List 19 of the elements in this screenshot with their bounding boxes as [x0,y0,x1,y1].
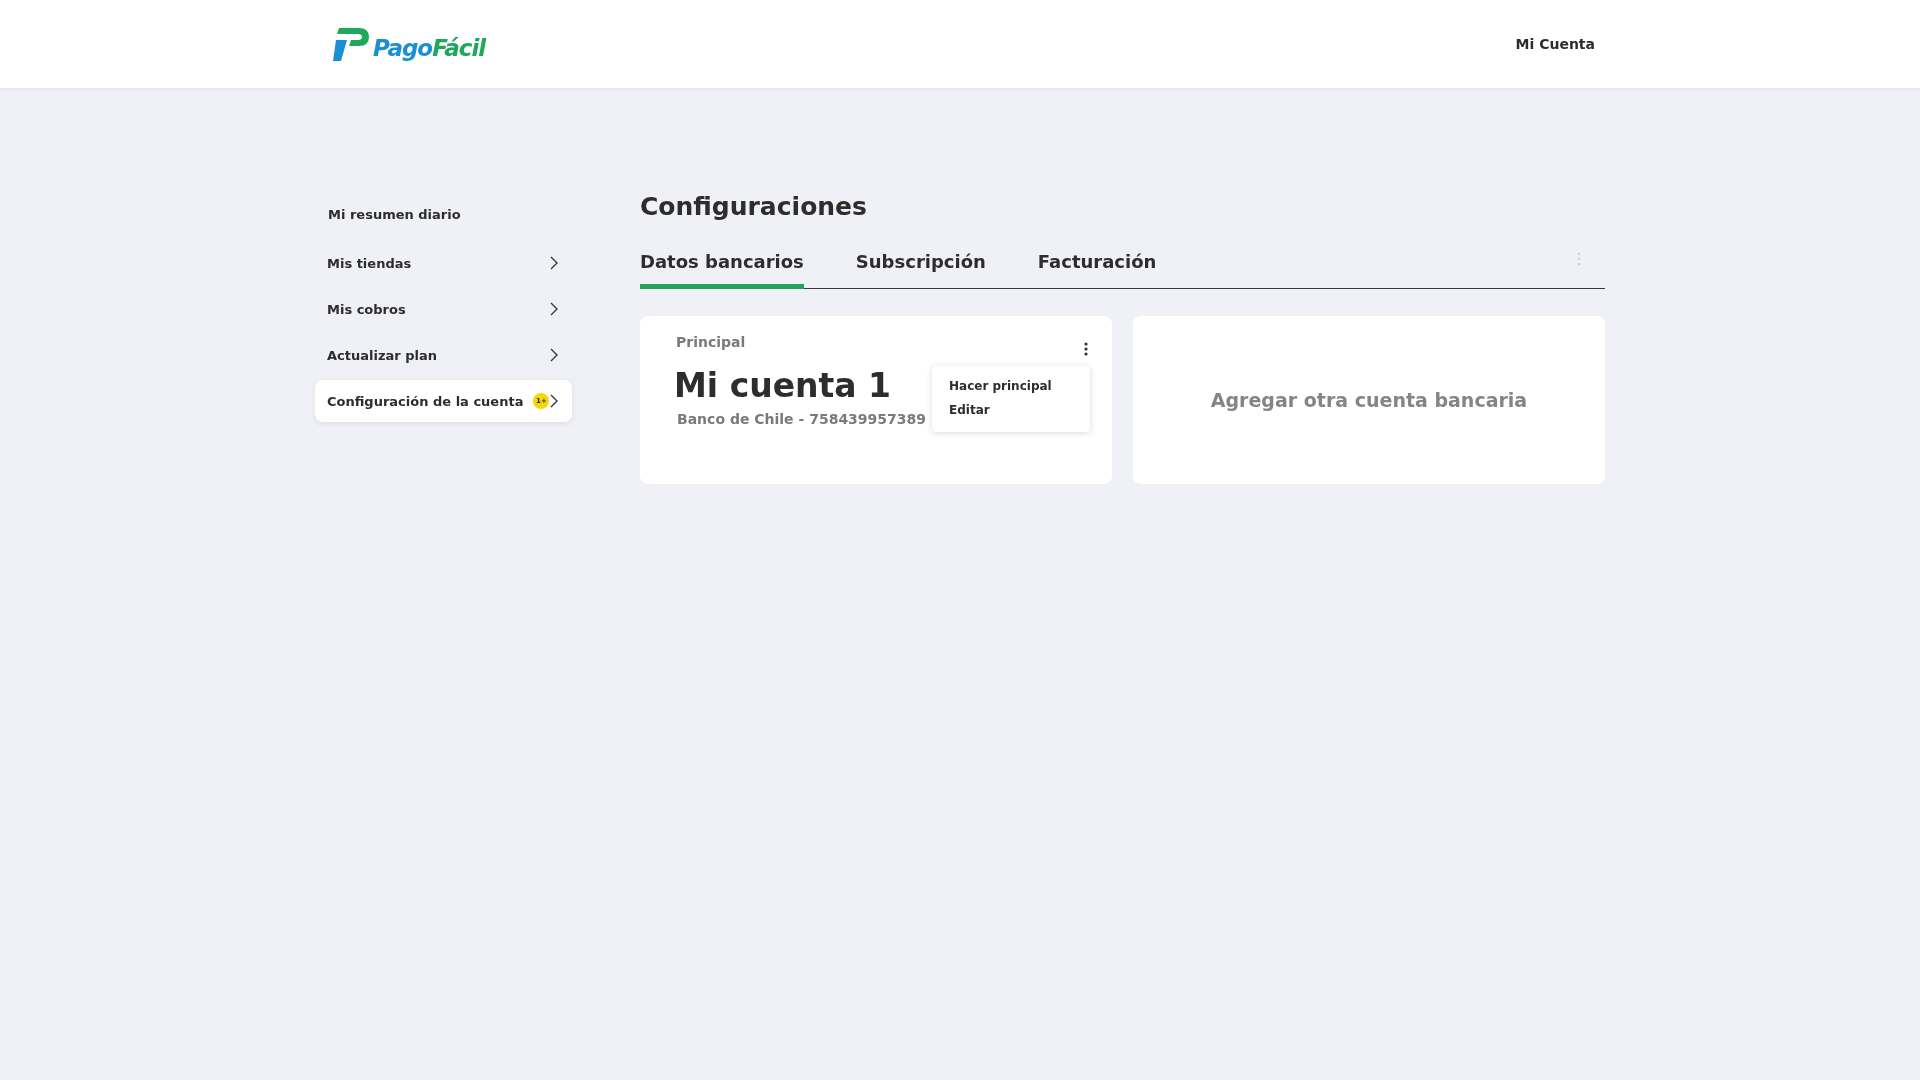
menu-item[interactable]: Hacer principal [932,374,1090,398]
tab[interactable]: Datos bancarios [640,251,804,289]
account-link[interactable]: Mi Cuenta [1515,36,1595,52]
account-name: Mi cuenta 1 [674,366,893,405]
sidebar-label[interactable]: Mis cobros [327,301,406,317]
menu-item[interactable]: Editar [932,398,1090,422]
tab[interactable]: Subscripción [855,251,986,289]
logo-text[interactable]: PagoFácil [373,34,486,61]
account-tag: Principal [676,334,927,350]
tab[interactable]: Facturación [1037,251,1157,289]
sidebar-item[interactable]: Mi resumen diario [315,190,572,238]
sidebar-label[interactable]: Mis tiendas [327,255,412,271]
page-title: Configuraciones [640,191,868,221]
account-detail: Banco de Chile - 758439957389 [677,411,927,427]
add-account-card[interactable]: Agregar otra cuenta bancaria [1133,316,1605,484]
sidebar-label[interactable]: Configuración de la cuenta [327,393,524,409]
sidebar-label[interactable]: Actualizar plan [327,347,437,363]
add-account-label: Agregar otra cuenta bancaria [1210,389,1528,411]
sidebar-label: Mi resumen diario [328,206,461,222]
